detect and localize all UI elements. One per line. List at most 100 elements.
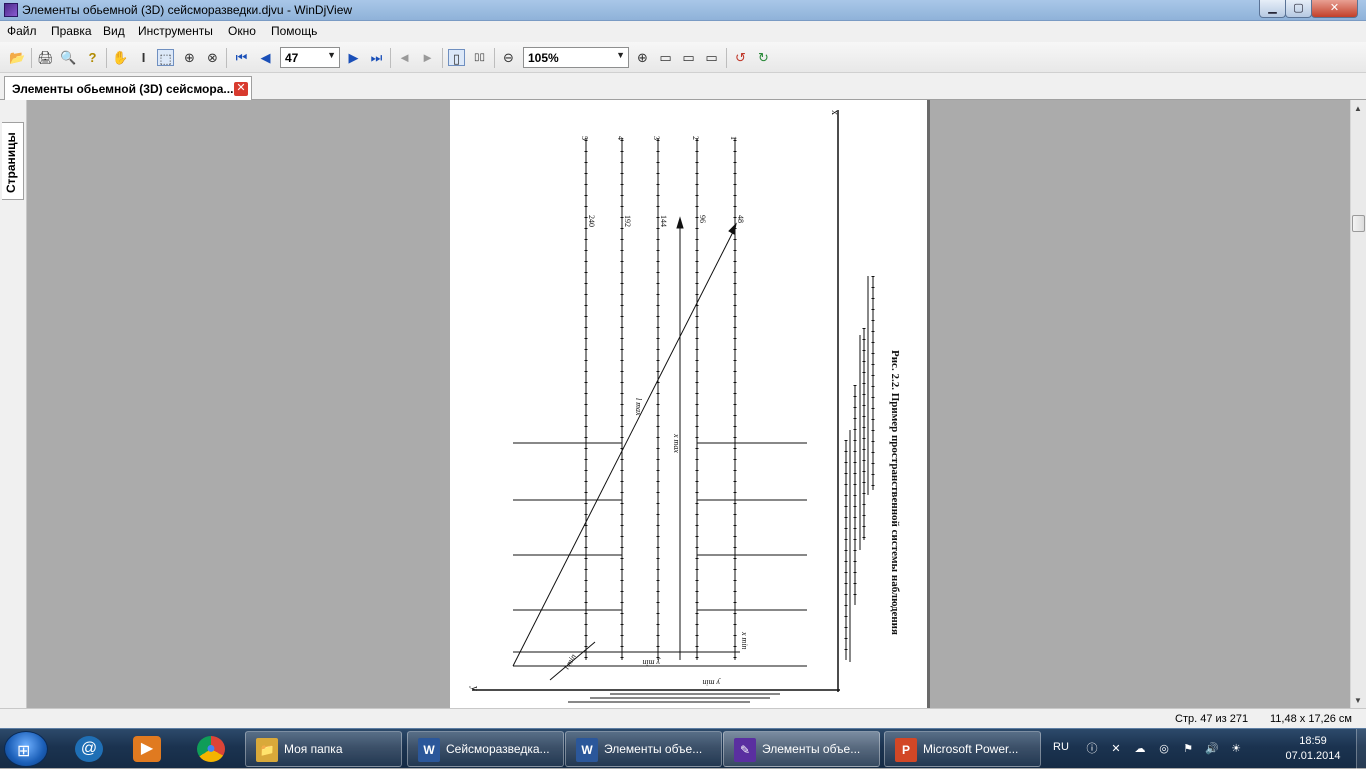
station-label: 48 bbox=[736, 215, 745, 223]
single-page-icon[interactable]: ▯ bbox=[448, 49, 465, 66]
toolbar-separator bbox=[390, 48, 391, 68]
zoom-tool-icon[interactable]: ⊕ bbox=[181, 49, 198, 66]
page-info: Стр. 47 из 271 bbox=[1175, 713, 1249, 725]
last-page-icon[interactable]: ⏭ bbox=[368, 49, 385, 66]
status-bar: Стр. 47 из 271 11,48 x 17,26 см bbox=[0, 708, 1366, 728]
tray-network-icon[interactable]: ◎ bbox=[1156, 741, 1172, 757]
word-icon: W bbox=[576, 738, 598, 762]
x-max-label: x max bbox=[672, 433, 681, 453]
zoom-rect-icon[interactable]: ⊗ bbox=[204, 49, 221, 66]
scrollbar-thumb[interactable] bbox=[1352, 215, 1365, 232]
maximize-button[interactable]: ▢ bbox=[1285, 0, 1312, 18]
document-viewport[interactable]: 5 4 3 2 1 240 192 144 96 48 x y l max x … bbox=[27, 100, 1350, 708]
two-page-icon[interactable]: ▯▯ bbox=[471, 49, 488, 66]
tray-action-center-icon[interactable]: ✕ bbox=[1108, 741, 1124, 757]
l-max-line bbox=[512, 227, 736, 667]
menu-bar: Файл Правка Вид Инструменты Окно Помощь bbox=[0, 21, 1366, 42]
figure-caption: Рис. 2.2. Пример пространственной систем… bbox=[889, 350, 901, 635]
scroll-down-icon[interactable]: ▼ bbox=[1354, 696, 1362, 705]
first-page-icon[interactable]: ⏮ bbox=[233, 49, 250, 66]
line-number-label: 3 bbox=[652, 136, 661, 140]
next-page-icon[interactable]: ▶ bbox=[345, 49, 362, 66]
document-tab-label: Элементы обьемной (3D) сейсмора... bbox=[12, 82, 234, 96]
fit-page-icon[interactable]: ▭ bbox=[657, 49, 674, 66]
tray-cloud-icon[interactable]: ☁ bbox=[1132, 741, 1148, 757]
rotate-right-icon[interactable]: ↻ bbox=[755, 49, 772, 66]
station-label: 96 bbox=[698, 215, 707, 223]
minimize-button[interactable]: ▁ bbox=[1259, 0, 1286, 18]
task-word-seismic[interactable]: W Сейсморазведка... bbox=[407, 731, 564, 767]
zoom-out-icon[interactable]: ⊖ bbox=[500, 49, 517, 66]
document-page: 5 4 3 2 1 240 192 144 96 48 x y l max x … bbox=[450, 100, 927, 708]
document-tab-strip: Элементы обьемной (3D) сейсмора... ✕ bbox=[0, 73, 1366, 100]
document-tab[interactable]: Элементы обьемной (3D) сейсмора... ✕ bbox=[4, 76, 252, 100]
windows-logo-icon: ⊞ bbox=[17, 743, 31, 760]
page-number-combo[interactable]: 47 ▼ bbox=[280, 47, 340, 68]
tray-info-icon[interactable]: ⓘ bbox=[1084, 741, 1100, 757]
taskbar: ⊞ @ ▶ ● 📁 Моя папка W Сейсморазведка... … bbox=[0, 728, 1366, 769]
clock-date: 07.01.2014 bbox=[1285, 750, 1341, 762]
word-icon: W bbox=[418, 738, 440, 762]
actual-size-icon[interactable]: ▭ bbox=[703, 49, 720, 66]
scroll-up-icon[interactable]: ▲ bbox=[1354, 104, 1362, 113]
select-text-icon[interactable]: I bbox=[135, 49, 152, 66]
task-word-elements[interactable]: W Элементы объе... bbox=[565, 731, 722, 767]
line-number-label: 1 bbox=[729, 136, 738, 140]
task-label: Microsoft Power... bbox=[923, 742, 1019, 756]
windjview-app-icon[interactable] bbox=[4, 3, 18, 17]
back-icon[interactable]: ◄ bbox=[396, 49, 413, 66]
task-label: Элементы объе... bbox=[604, 742, 703, 756]
task-label: Элементы объе... bbox=[762, 742, 861, 756]
pinned-media-player[interactable]: ▶ bbox=[120, 732, 175, 766]
pinned-mail-agent[interactable]: @ bbox=[62, 732, 117, 766]
pages-panel-tab[interactable]: Страницы bbox=[2, 122, 24, 200]
station-label: 192 bbox=[623, 215, 632, 227]
start-button[interactable]: ⊞ bbox=[4, 731, 48, 767]
menu-view[interactable]: Вид bbox=[103, 24, 125, 38]
chevron-down-icon[interactable]: ▼ bbox=[616, 50, 625, 60]
select-rect-icon[interactable]: ⬚ bbox=[157, 49, 174, 66]
station-label: 240 bbox=[587, 215, 596, 227]
vertical-scrollbar[interactable]: ▲ ▼ bbox=[1350, 100, 1366, 708]
axis-y-label: y bbox=[469, 686, 480, 691]
page-size: 11,48 x 17,26 см bbox=[1270, 713, 1352, 725]
zoom-combo[interactable]: 105% ▼ bbox=[523, 47, 629, 68]
task-my-folder[interactable]: 📁 Моя папка bbox=[245, 731, 402, 767]
close-tab-icon[interactable]: ✕ bbox=[234, 82, 248, 96]
tray-weather-icon[interactable]: ☀ bbox=[1228, 741, 1244, 757]
tray-volume-icon[interactable]: 🔊 bbox=[1204, 741, 1220, 757]
task-powerpoint[interactable]: P Microsoft Power... bbox=[884, 731, 1041, 767]
tray-flag-icon[interactable]: ⚑ bbox=[1180, 741, 1196, 757]
print-icon[interactable]: 🖨 bbox=[37, 49, 54, 66]
help-icon[interactable]: ? bbox=[84, 49, 101, 66]
menu-file[interactable]: Файл bbox=[7, 24, 37, 38]
show-desktop-button[interactable] bbox=[1356, 729, 1366, 769]
close-window-button[interactable]: ✕ bbox=[1311, 0, 1358, 18]
window-title: Элементы обьемной (3D) сейсморазведки.dj… bbox=[22, 3, 353, 17]
fit-width-icon[interactable]: ▭ bbox=[680, 49, 697, 66]
menu-edit[interactable]: Правка bbox=[51, 24, 92, 38]
clock-time: 18:59 bbox=[1299, 735, 1327, 747]
page-number-value: 47 bbox=[285, 51, 299, 65]
zoom-in-icon[interactable]: ⊕ bbox=[634, 49, 651, 66]
folder-icon: 📁 bbox=[256, 738, 278, 762]
windjview-icon: ✎ bbox=[734, 738, 756, 762]
task-label: Моя папка bbox=[284, 742, 343, 756]
task-windjview[interactable]: ✎ Элементы объе... bbox=[723, 731, 880, 767]
chevron-down-icon[interactable]: ▼ bbox=[327, 50, 336, 60]
previous-page-icon[interactable]: ◀ bbox=[257, 49, 274, 66]
rotate-left-icon[interactable]: ↺ bbox=[732, 49, 749, 66]
system-clock[interactable]: 18:59 07.01.2014 bbox=[1278, 734, 1348, 764]
menu-window[interactable]: Окно bbox=[228, 24, 256, 38]
language-indicator[interactable]: RU bbox=[1050, 739, 1072, 755]
menu-help[interactable]: Помощь bbox=[271, 24, 317, 38]
open-file-icon[interactable]: 📂 bbox=[9, 49, 26, 66]
chrome-icon: ● bbox=[197, 736, 225, 762]
hand-tool-icon[interactable]: ✋ bbox=[112, 49, 129, 66]
find-icon[interactable]: 🔍 bbox=[60, 49, 77, 66]
media-player-icon: ▶ bbox=[133, 736, 161, 762]
pinned-chrome[interactable]: ● bbox=[184, 732, 239, 766]
forward-icon[interactable]: ► bbox=[419, 49, 436, 66]
menu-tools[interactable]: Инструменты bbox=[138, 24, 213, 38]
toolbar-separator bbox=[31, 48, 32, 68]
